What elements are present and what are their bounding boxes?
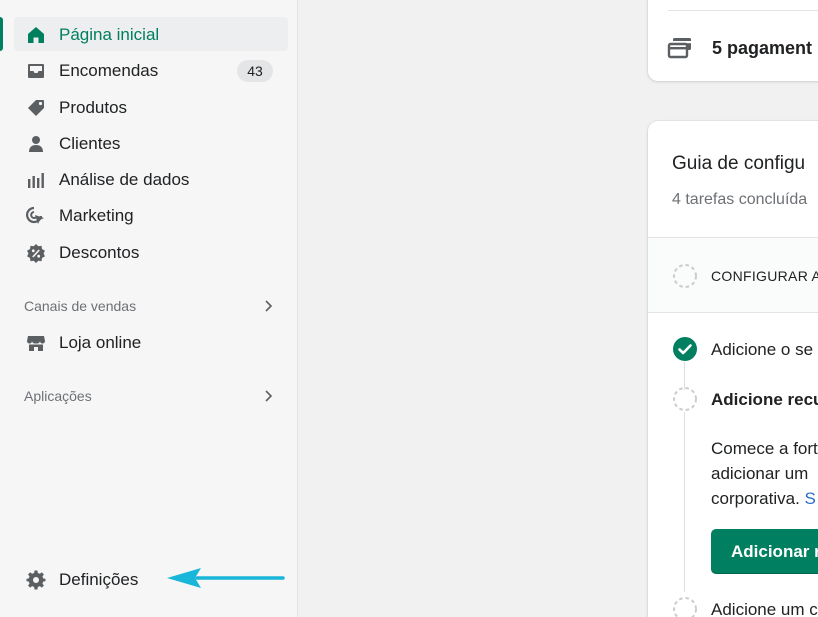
payments-card: 5 pagament <box>648 0 818 81</box>
marketing-icon <box>26 206 46 226</box>
store-icon <box>26 333 46 353</box>
setup-guide-card: Guia de configu 4 tarefas concluída CONF… <box>648 121 818 617</box>
sidebar-item-label: Marketing <box>59 206 134 225</box>
setup-guide-subtitle: 4 tarefas concluída <box>672 191 808 208</box>
chevron-right-icon <box>265 300 273 312</box>
person-icon <box>26 134 46 154</box>
sidebar-item-label: Descontos <box>59 243 140 262</box>
arrow-left-icon <box>167 568 285 588</box>
sidebar-item-label: Loja online <box>59 333 142 352</box>
payments-row[interactable]: 5 pagament <box>666 34 812 62</box>
setup-section-header[interactable]: CONFIGURAR A <box>648 237 818 313</box>
discount-icon <box>26 243 46 263</box>
learn-more-link[interactable]: S <box>805 489 816 508</box>
chevron-right-icon <box>265 390 273 402</box>
bar-chart-icon <box>26 170 46 190</box>
main-content: 5 pagament Guia de configu 4 tarefas con… <box>299 0 818 617</box>
sidebar-item-customers[interactable]: Clientes <box>14 126 288 160</box>
task-description-line: Comece a fort <box>711 439 818 458</box>
active-indicator <box>0 17 3 51</box>
check-circle-icon <box>673 337 697 361</box>
apps-header[interactable]: Aplicações <box>24 386 276 406</box>
orders-icon <box>26 61 46 81</box>
sidebar-item-label: Encomendas <box>59 61 159 80</box>
task-item-label[interactable]: Adicione recu <box>711 390 818 410</box>
payments-icon <box>667 38 691 59</box>
setup-guide-title: Guia de configu <box>672 153 806 174</box>
sidebar-item-label: Produtos <box>59 98 128 117</box>
sidebar-item-orders[interactable]: Encomendas 43 <box>14 53 288 87</box>
sidebar: Página inicial Encomendas 43 Produtos Cl… <box>0 0 298 617</box>
sidebar-item-label: Clientes <box>59 134 121 153</box>
setup-section-label: CONFIGURAR A <box>711 268 818 284</box>
gear-icon <box>26 570 46 590</box>
sidebar-item-label: Análise de dados <box>59 170 190 189</box>
incomplete-circle-icon <box>673 387 697 411</box>
incomplete-circle-icon <box>673 597 697 617</box>
incomplete-circle-icon <box>673 264 697 288</box>
sales-channels-title: Canais de vendas <box>24 298 137 314</box>
sidebar-item-online-store[interactable]: Loja online <box>14 325 288 359</box>
add-resources-button[interactable]: Adicionar r <box>711 529 818 574</box>
card-divider <box>668 10 818 11</box>
orders-count-badge: 43 <box>237 60 273 82</box>
apps-title: Aplicações <box>24 388 92 404</box>
sidebar-item-discounts[interactable]: Descontos <box>14 235 288 269</box>
tag-icon <box>26 98 46 118</box>
sidebar-item-analytics[interactable]: Análise de dados <box>14 162 288 196</box>
home-icon <box>26 25 46 45</box>
sidebar-item-marketing[interactable]: Marketing <box>14 198 288 232</box>
task-item-label[interactable]: Adicione um c <box>711 600 818 617</box>
payments-text: 5 pagament <box>712 37 813 58</box>
sidebar-item-label: Definições <box>59 570 139 589</box>
sidebar-item-products[interactable]: Produtos <box>14 90 288 124</box>
sales-channels-header[interactable]: Canais de vendas <box>24 296 276 316</box>
task-description-line: adicionar um <box>711 464 809 483</box>
task-connector <box>684 412 685 592</box>
task-description-line: corporativa. S <box>711 489 816 508</box>
sidebar-item-home[interactable]: Página inicial <box>14 17 288 51</box>
sidebar-item-label: Página inicial <box>59 25 160 44</box>
task-item-label[interactable]: Adicione o se <box>711 340 813 360</box>
